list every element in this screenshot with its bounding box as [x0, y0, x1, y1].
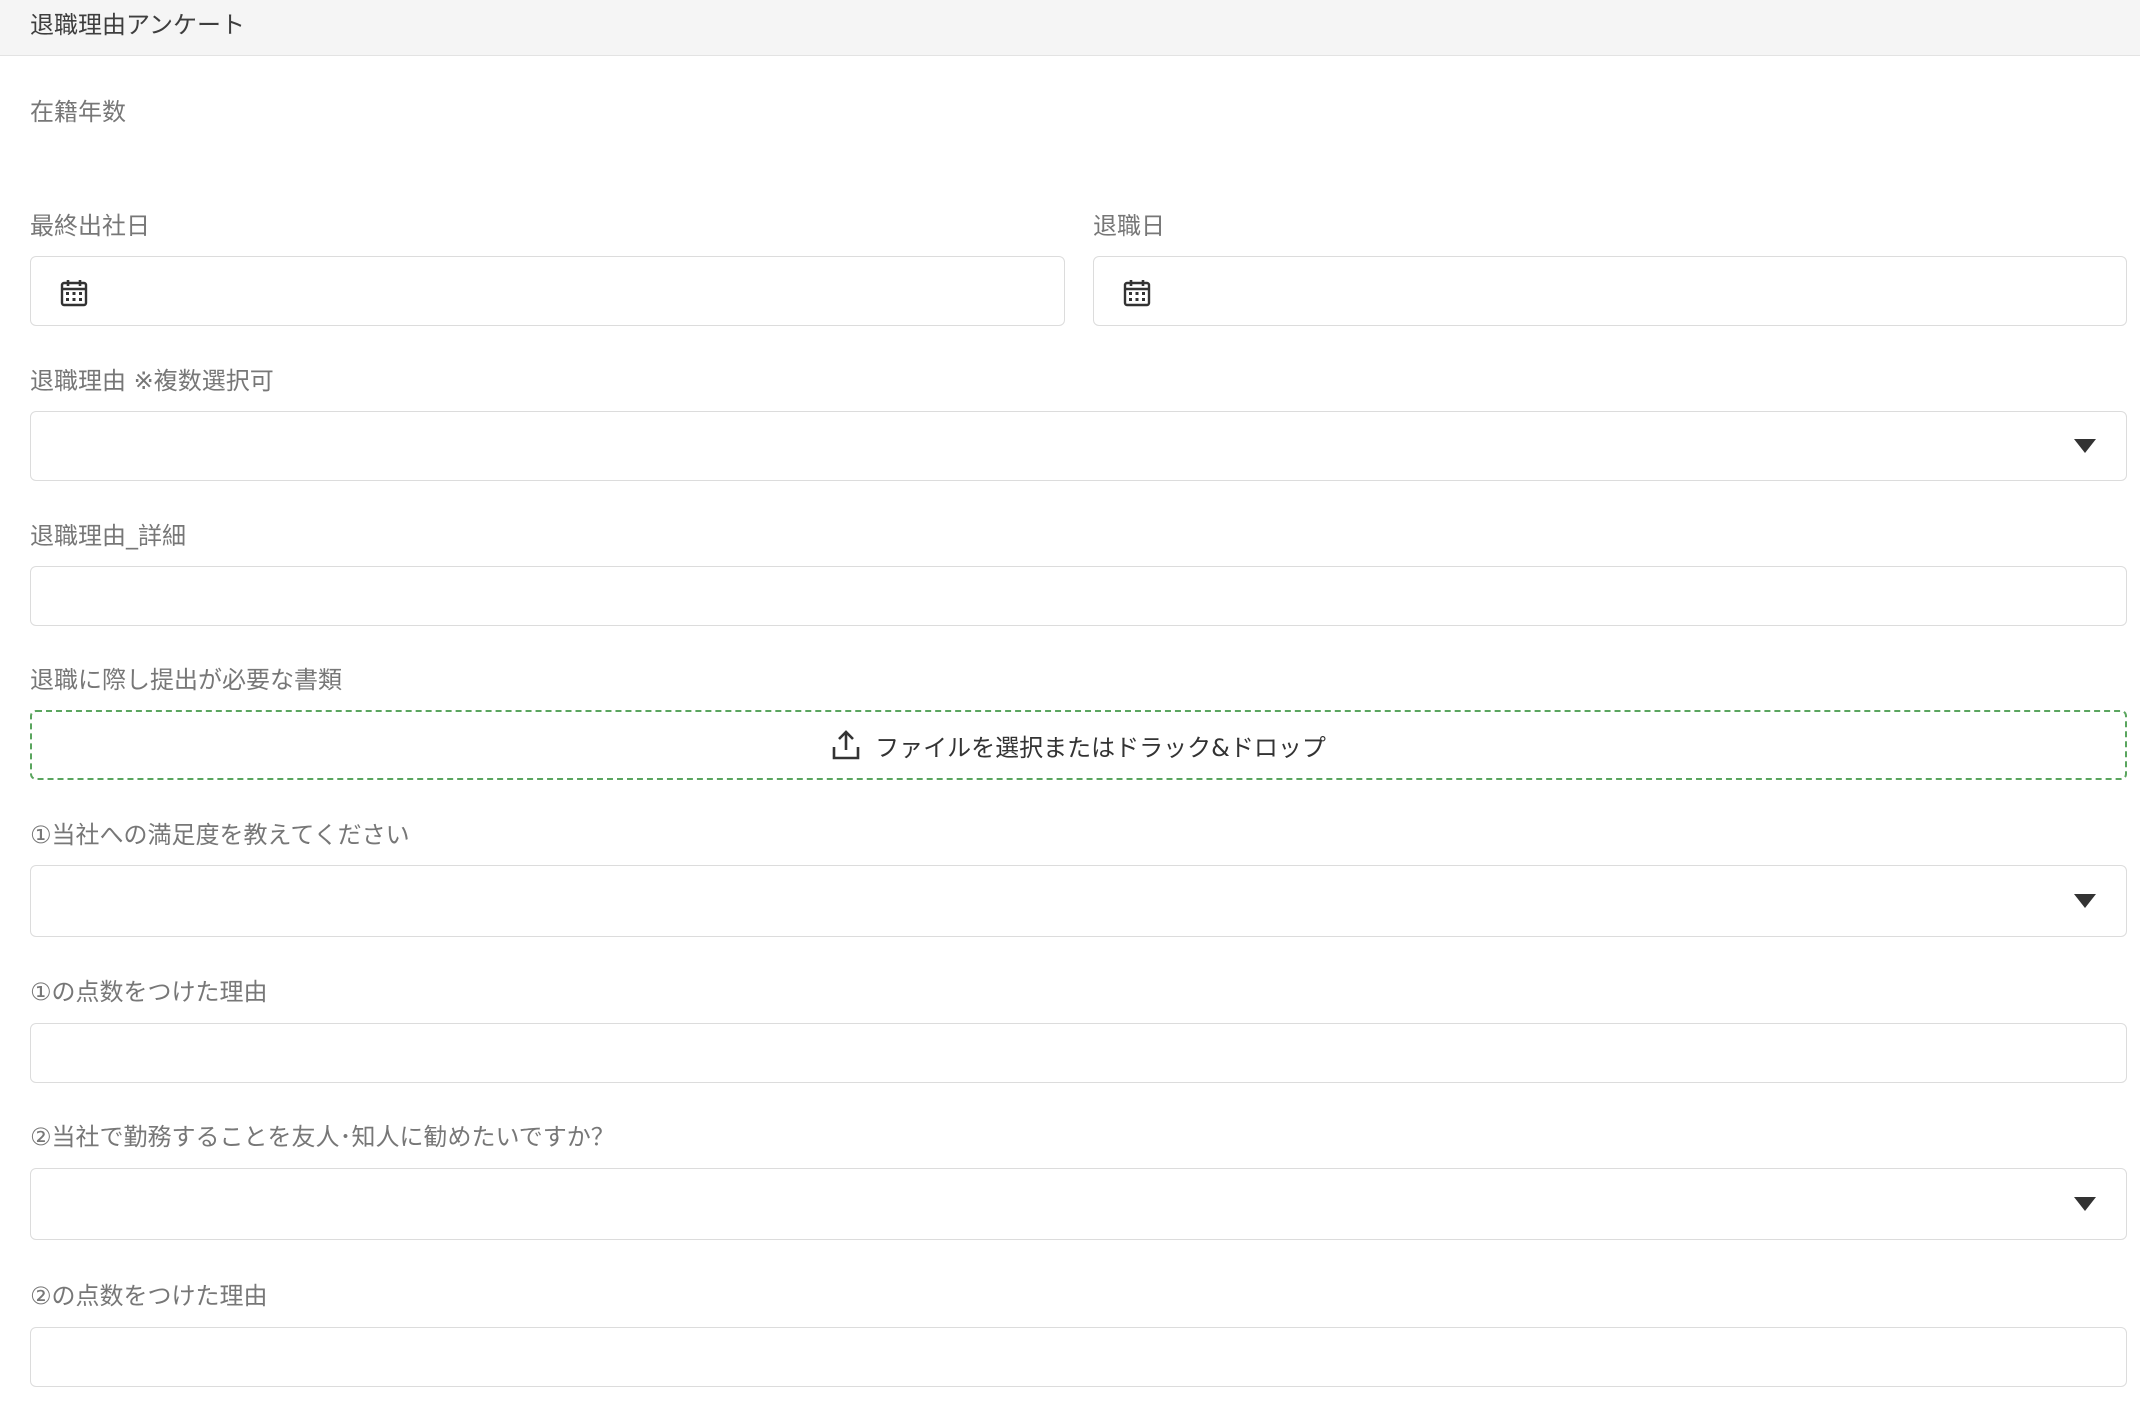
q2-select[interactable]	[30, 1168, 2127, 1240]
form-title: 退職理由アンケート	[30, 11, 246, 39]
q2-reason-input[interactable]	[30, 1327, 2127, 1387]
q1-reason-label: ①の点数をつけた理由	[30, 978, 268, 1006]
reason-label: 退職理由 ※複数選択可	[30, 367, 274, 395]
upload-icon	[832, 730, 860, 760]
form-header: 退職理由アンケート	[0, 0, 2140, 56]
tenure-label: 在籍年数	[30, 98, 126, 126]
file-dropzone[interactable]: ファイルを選択またはドラック&ドロップ	[30, 710, 2127, 780]
q1-select[interactable]	[30, 865, 2127, 937]
retirement-date-label: 退職日	[1093, 212, 1165, 240]
reason-detail-label: 退職理由_詳細	[30, 522, 186, 550]
documents-label: 退職に際し提出が必要な書類	[30, 666, 342, 694]
chevron-down-icon[interactable]	[2074, 1197, 2096, 1211]
chevron-down-icon[interactable]	[2074, 439, 2096, 453]
dropzone-text: ファイルを選択またはドラック&ドロップ	[875, 733, 1326, 762]
q1-label: ①当社への満足度を教えてください	[30, 821, 410, 849]
last-work-day-label: 最終出社日	[30, 212, 150, 240]
chevron-down-icon[interactable]	[2074, 894, 2096, 908]
retirement-date-input[interactable]	[1093, 256, 2127, 326]
q2-reason-label: ②の点数をつけた理由	[30, 1282, 268, 1310]
calendar-icon[interactable]	[1122, 278, 1152, 308]
q1-reason-input[interactable]	[30, 1023, 2127, 1083]
reason-select[interactable]	[30, 411, 2127, 481]
reason-detail-input[interactable]	[30, 566, 2127, 626]
calendar-icon[interactable]	[59, 278, 89, 308]
q2-label: ②当社で勤務することを友人･知人に勧めたいですか？	[30, 1123, 615, 1151]
last-work-day-date-input[interactable]	[30, 256, 1065, 326]
